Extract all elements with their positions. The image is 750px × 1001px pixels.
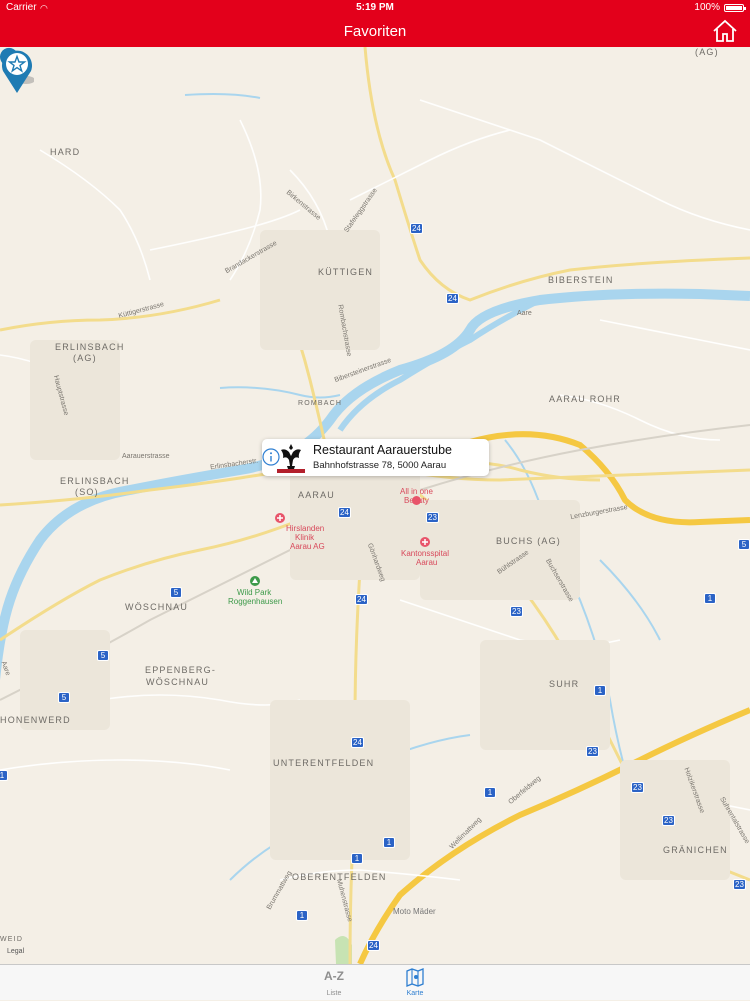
- poi-label: Aarau AG: [290, 542, 325, 551]
- hospital-icon: [420, 537, 430, 547]
- route-shield: 23: [586, 746, 599, 757]
- route-shield: 23: [426, 512, 439, 523]
- map-view[interactable]: HARD KÜTTIGEN BIBERSTEIN ERLINSBACH (AG)…: [0, 47, 750, 964]
- route-shield: 24: [338, 507, 351, 518]
- place-label: (SO): [75, 487, 99, 497]
- az-icon: A-Z: [324, 969, 344, 983]
- route-shield: 24: [355, 594, 368, 605]
- battery-percent: 100%: [694, 2, 720, 13]
- place-label: BIBERSTEIN: [548, 275, 614, 285]
- route-shield: 1: [296, 910, 308, 921]
- place-label: WEID: [0, 936, 24, 943]
- place-label: EPPENBERG-: [145, 665, 217, 675]
- route-shield: 23: [733, 879, 746, 890]
- route-shield: 5: [738, 539, 750, 550]
- legal-link[interactable]: Legal: [7, 948, 24, 955]
- poi-label: Wild Park: [237, 588, 272, 597]
- page-title: Favoriten: [343, 23, 407, 40]
- tab-karte[interactable]: Karte: [385, 965, 445, 1001]
- clock: 5:19 PM: [356, 2, 394, 13]
- place-label: SUHR: [549, 679, 580, 689]
- place-label: HARD: [50, 147, 81, 157]
- route-shield: 23: [631, 782, 644, 793]
- hospital-icon: [275, 513, 285, 523]
- callout-title: Restaurant Aarauerstube: [313, 443, 452, 457]
- place-label: (AG): [73, 353, 97, 363]
- street-label: Aarauerstrasse: [122, 453, 170, 460]
- place-label: AARAU: [298, 490, 336, 500]
- map-canvas: [0, 47, 750, 964]
- route-shield: 24: [446, 293, 459, 304]
- poi-label: Kantonsspital: [401, 549, 450, 558]
- poi-label: Moto Mäder: [393, 907, 436, 916]
- map-icon: [406, 968, 424, 987]
- route-shield: 5: [58, 692, 70, 703]
- place-label: HONENWERD: [0, 715, 71, 725]
- place-label: GRÄNICHEN: [663, 845, 728, 855]
- route-shield: 24: [410, 223, 423, 234]
- poi-label: All in one: [400, 487, 433, 496]
- poi-label: Hirslanden: [286, 524, 325, 533]
- battery-icon: [724, 4, 746, 12]
- place-label: UNTERENTFELDEN: [273, 758, 375, 768]
- callout-address: Bahnhofstrasse 78, 5000 Aarau: [313, 460, 447, 471]
- route-shield: 1: [351, 853, 363, 864]
- favorite-pin[interactable]: [0, 47, 34, 95]
- tab-liste[interactable]: A-Z Liste: [304, 965, 364, 1001]
- poi-label: Roggenhausen: [228, 597, 283, 606]
- place-label: AARAU ROHR: [549, 394, 622, 404]
- route-shield: 1: [0, 770, 8, 781]
- route-shield: 23: [662, 815, 675, 826]
- home-icon[interactable]: [712, 19, 738, 43]
- route-shield: 1: [704, 593, 716, 604]
- place-label: KÜTTIGEN: [318, 267, 374, 277]
- route-shield: 5: [97, 650, 109, 661]
- route-shield: 1: [594, 685, 606, 696]
- shop-icon: [412, 496, 421, 505]
- route-shield: 23: [510, 606, 523, 617]
- pin-callout[interactable]: Restaurant Aarauerstube Bahnhofstrasse 7…: [262, 439, 489, 476]
- tab-bar: A-Z Liste Karte: [0, 964, 750, 1000]
- poi-label: Klinik: [295, 533, 315, 542]
- nav-bar: Favoriten: [0, 16, 750, 47]
- status-bar: Carrier ◠ 5:19 PM 100%: [0, 0, 750, 16]
- place-label: ERLINSBACH: [55, 342, 125, 352]
- tab-label: Liste: [326, 990, 342, 997]
- park-icon: [250, 576, 260, 586]
- place-label: WÖSCHNAU: [125, 602, 189, 612]
- place-label: ROMBACH: [298, 400, 343, 407]
- route-shield: 24: [351, 737, 364, 748]
- street-label: Aare: [517, 310, 532, 317]
- place-label: ERLINSBACH: [60, 476, 130, 486]
- place-label: BUCHS (AG): [496, 536, 562, 546]
- info-icon[interactable]: [262, 448, 280, 466]
- place-label: (AG): [695, 47, 719, 57]
- route-shield: 1: [484, 787, 496, 798]
- poi-label: Aarau: [416, 558, 438, 567]
- route-shield: 5: [170, 587, 182, 598]
- route-shield: 1: [383, 837, 395, 848]
- tab-label: Karte: [406, 990, 424, 997]
- place-label: WÖSCHNAU: [146, 677, 210, 687]
- route-shield: 24: [367, 940, 380, 951]
